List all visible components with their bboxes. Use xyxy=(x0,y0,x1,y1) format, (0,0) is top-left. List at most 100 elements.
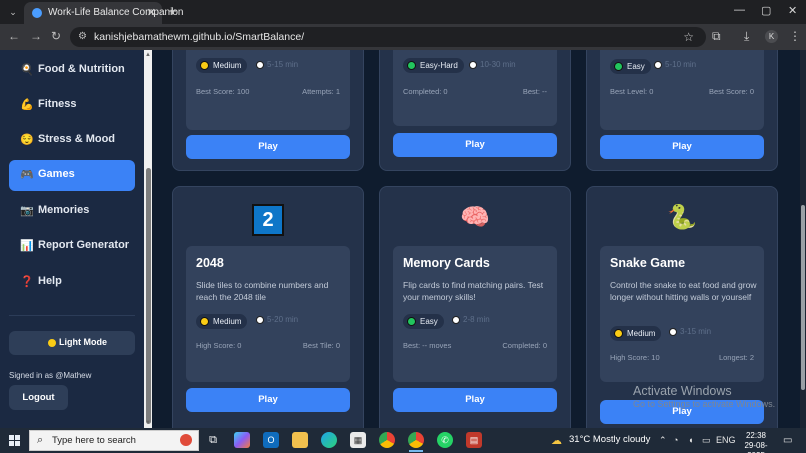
clock-date: 29-08-2025 xyxy=(744,441,768,453)
sidebar-item-games[interactable]: 🎮 Games xyxy=(9,160,135,191)
new-tab-icon[interactable]: + xyxy=(168,3,177,20)
game-duration: 2-8 min xyxy=(463,315,490,324)
page-scrollbar[interactable] xyxy=(800,50,806,428)
active-app-indicator xyxy=(409,450,423,452)
sidebar-item-label: Memories xyxy=(38,204,90,216)
address-bar[interactable]: ⚙ kanishjebamathewm.github.io/SmartBalan… xyxy=(70,27,706,47)
windows-taskbar: ⌕ Type here to search ⧉ O ▦ ✆ ▤ ☁ 31°C M… xyxy=(0,428,806,453)
maximize-icon[interactable]: ▢ xyxy=(761,4,771,17)
camera-icon: 📷 xyxy=(20,205,34,217)
bookmark-star-icon[interactable]: ☆ xyxy=(683,30,694,44)
number-tile-icon: 2 xyxy=(252,204,284,236)
food-icon: 🍳 xyxy=(20,64,34,76)
clock-icon xyxy=(452,316,460,324)
game-duration: 5-15 min xyxy=(267,60,299,69)
taskbar-clock[interactable]: 22:38 29-08-2025 xyxy=(739,431,773,453)
sidebar-item-food[interactable]: 🍳 Food & Nutrition xyxy=(9,55,135,86)
game-card: Easy-Hard 10-30 min Completed: 0 Best: -… xyxy=(379,50,571,171)
sidebar-item-help[interactable]: ❓ Help xyxy=(9,267,135,298)
game-stat-left: High Score: 0 xyxy=(196,341,242,350)
volume-icon[interactable]: ◖ xyxy=(688,435,693,445)
sidebar-item-report-generator[interactable]: 📊 Report Generator xyxy=(9,231,135,262)
task-view-icon[interactable]: ⧉ xyxy=(205,432,221,448)
chrome-icon[interactable] xyxy=(379,432,395,448)
language-indicator[interactable]: ENG xyxy=(716,435,736,445)
game-card-memory-cards: 🧠 Memory Cards Flip cards to find matchi… xyxy=(379,186,571,428)
play-button[interactable]: Play xyxy=(600,135,764,159)
game-stat-left: Best Level: 0 xyxy=(610,87,654,96)
outlook-icon[interactable]: O xyxy=(263,432,279,448)
game-card: Medium 5-15 min Best Score: 100 Attempts… xyxy=(172,50,364,171)
scroll-up-arrow-icon[interactable]: ▲ xyxy=(145,52,151,58)
tray-chevron-icon[interactable]: ⌃ xyxy=(659,435,667,446)
game-icon-2048: 2 xyxy=(173,204,363,236)
site-info-icon[interactable]: ⚙ xyxy=(78,31,87,42)
edge-icon[interactable] xyxy=(321,432,337,448)
play-button[interactable]: Play xyxy=(186,388,350,412)
url-text[interactable]: kanishjebamathewm.github.io/SmartBalance… xyxy=(94,31,304,43)
page-scrollbar-thumb[interactable] xyxy=(801,205,805,390)
profile-avatar[interactable]: K xyxy=(765,30,778,43)
copilot-icon[interactable] xyxy=(234,432,250,448)
scroll-down-arrow-icon[interactable]: ▼ xyxy=(145,420,151,426)
tab-search-icon[interactable]: ⌄ xyxy=(6,5,20,19)
window-close-icon[interactable]: ✕ xyxy=(788,4,797,17)
game-stat-left: High Score: 10 xyxy=(610,353,660,362)
light-mode-toggle[interactable]: Light Mode xyxy=(9,331,135,355)
sidebar-item-memories[interactable]: 📷 Memories xyxy=(9,196,135,227)
battery-icon[interactable]: ▭ xyxy=(702,435,711,446)
sun-icon xyxy=(48,339,56,347)
muscle-icon: 💪 xyxy=(20,99,34,111)
sidebar-item-label: Food & Nutrition xyxy=(38,63,125,75)
difficulty-dot-icon xyxy=(200,61,209,70)
sidebar: 🍳 Food & Nutrition 💪 Fitness 😌 Stress & … xyxy=(0,50,144,428)
taskbar-search-input[interactable]: ⌕ Type here to search xyxy=(29,430,199,451)
game-title: 2048 xyxy=(196,256,224,270)
difficulty-dot-icon xyxy=(407,317,416,326)
browser-tab[interactable]: Work-Life Balance Companion ✕ xyxy=(24,2,183,24)
tab-title: Work-Life Balance Companion xyxy=(48,7,184,18)
notification-icon[interactable]: ▭ xyxy=(783,435,792,446)
translate-icon[interactable]: ⧉ xyxy=(712,29,721,44)
sidebar-item-fitness[interactable]: 💪 Fitness xyxy=(9,90,135,121)
brain-icon: 🧠 xyxy=(460,204,490,231)
tab-favicon-icon xyxy=(32,8,42,18)
sidebar-item-label: Report Generator xyxy=(38,239,130,251)
activate-windows-subtitle: Go to Settings to activate Windows. xyxy=(633,399,776,409)
difficulty-dot-icon xyxy=(614,329,623,338)
browser-menu-icon[interactable]: ⋮ xyxy=(789,29,801,43)
game-title: Snake Game xyxy=(610,256,686,270)
store-icon[interactable]: ▦ xyxy=(350,432,366,448)
sidebar-item-stress-mood[interactable]: 😌 Stress & Mood xyxy=(9,125,135,156)
clock-icon xyxy=(669,328,677,336)
app-icon[interactable]: ▤ xyxy=(466,432,482,448)
weather-text[interactable]: 31°C Mostly cloudy xyxy=(569,434,650,445)
back-icon[interactable]: ← xyxy=(8,29,20,43)
chrome-active-icon[interactable] xyxy=(408,432,424,448)
snake-icon: 🐍 xyxy=(667,204,697,231)
play-button[interactable]: Play xyxy=(393,388,557,412)
clock-icon xyxy=(469,61,477,69)
logout-button[interactable]: Logout xyxy=(9,385,68,410)
game-card-info: Easy-Hard 10-30 min Completed: 0 Best: -… xyxy=(393,50,557,126)
difficulty-badge: Easy-Hard xyxy=(403,58,464,73)
game-duration: 10-30 min xyxy=(480,60,516,69)
network-icon[interactable]: ◔ xyxy=(673,435,678,445)
question-icon: ❓ xyxy=(20,276,34,288)
forward-icon[interactable]: → xyxy=(30,29,42,43)
play-button[interactable]: Play xyxy=(186,135,350,159)
game-card-info: 2048 Slide tiles to combine numbers and … xyxy=(186,246,350,382)
game-stat-right: Best Score: 0 xyxy=(708,87,754,96)
weather-icon: ☁ xyxy=(551,435,562,447)
sidebar-item-label: Fitness xyxy=(38,98,77,110)
game-card-info: Snake Game Control the snake to eat food… xyxy=(600,246,764,382)
download-icon[interactable]: ⤓ xyxy=(744,29,749,44)
play-button[interactable]: Play xyxy=(393,133,557,157)
windows-start-icon[interactable] xyxy=(9,435,20,446)
file-explorer-icon[interactable] xyxy=(292,432,308,448)
sidebar-scrollbar-thumb[interactable] xyxy=(146,168,151,424)
minimize-icon[interactable]: — xyxy=(734,4,745,16)
reload-icon[interactable]: ↻ xyxy=(51,29,61,43)
whatsapp-icon[interactable]: ✆ xyxy=(437,432,453,448)
tab-close-icon[interactable]: ✕ xyxy=(147,6,156,19)
